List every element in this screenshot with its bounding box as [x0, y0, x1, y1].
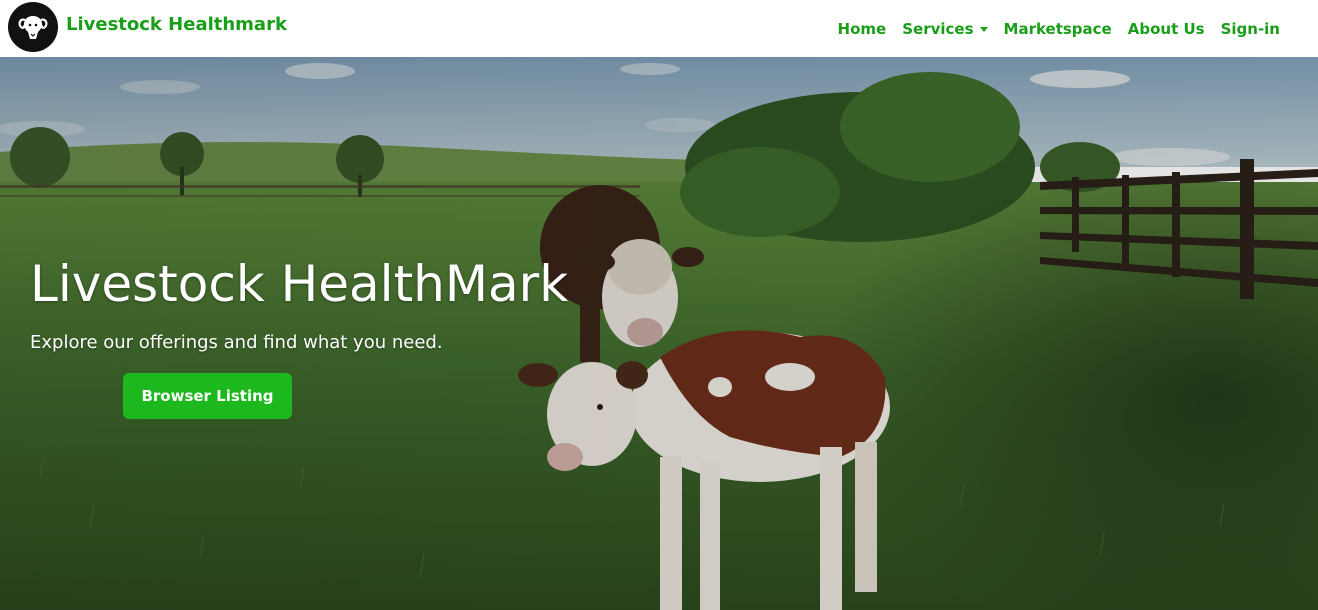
- nav-link-home[interactable]: Home: [830, 20, 895, 38]
- navbar: Livestock Healthmark Home Services Marke…: [0, 0, 1318, 57]
- nav-link-marketspace-label: Marketspace: [1003, 19, 1112, 38]
- nav-link-home-label: Home: [837, 19, 887, 38]
- caret-down-icon: [979, 26, 988, 32]
- hero-subtitle: Explore our offerings and find what you …: [30, 332, 443, 353]
- browse-listing-button[interactable]: Browser Listing: [123, 373, 292, 419]
- ram-head-icon[interactable]: [8, 2, 58, 52]
- nav-link-services-label: Services: [902, 19, 974, 38]
- hero-section: Livestock HealthMark Explore our offerin…: [0, 57, 1318, 610]
- hero-title: Livestock HealthMark: [30, 255, 569, 313]
- nav-link-about-us[interactable]: About Us: [1120, 20, 1213, 38]
- nav-link-sign-in[interactable]: Sign-in: [1213, 20, 1288, 38]
- nav-link-about-us-label: About Us: [1127, 19, 1205, 38]
- nav-link-services[interactable]: Services: [894, 20, 995, 38]
- nav-link-sign-in-label: Sign-in: [1220, 19, 1280, 38]
- brand-link[interactable]: Livestock Healthmark: [66, 14, 287, 35]
- nav-links: Home Services Marketspace About Us Sign-…: [830, 0, 1288, 57]
- nav-link-marketspace[interactable]: Marketspace: [996, 20, 1120, 38]
